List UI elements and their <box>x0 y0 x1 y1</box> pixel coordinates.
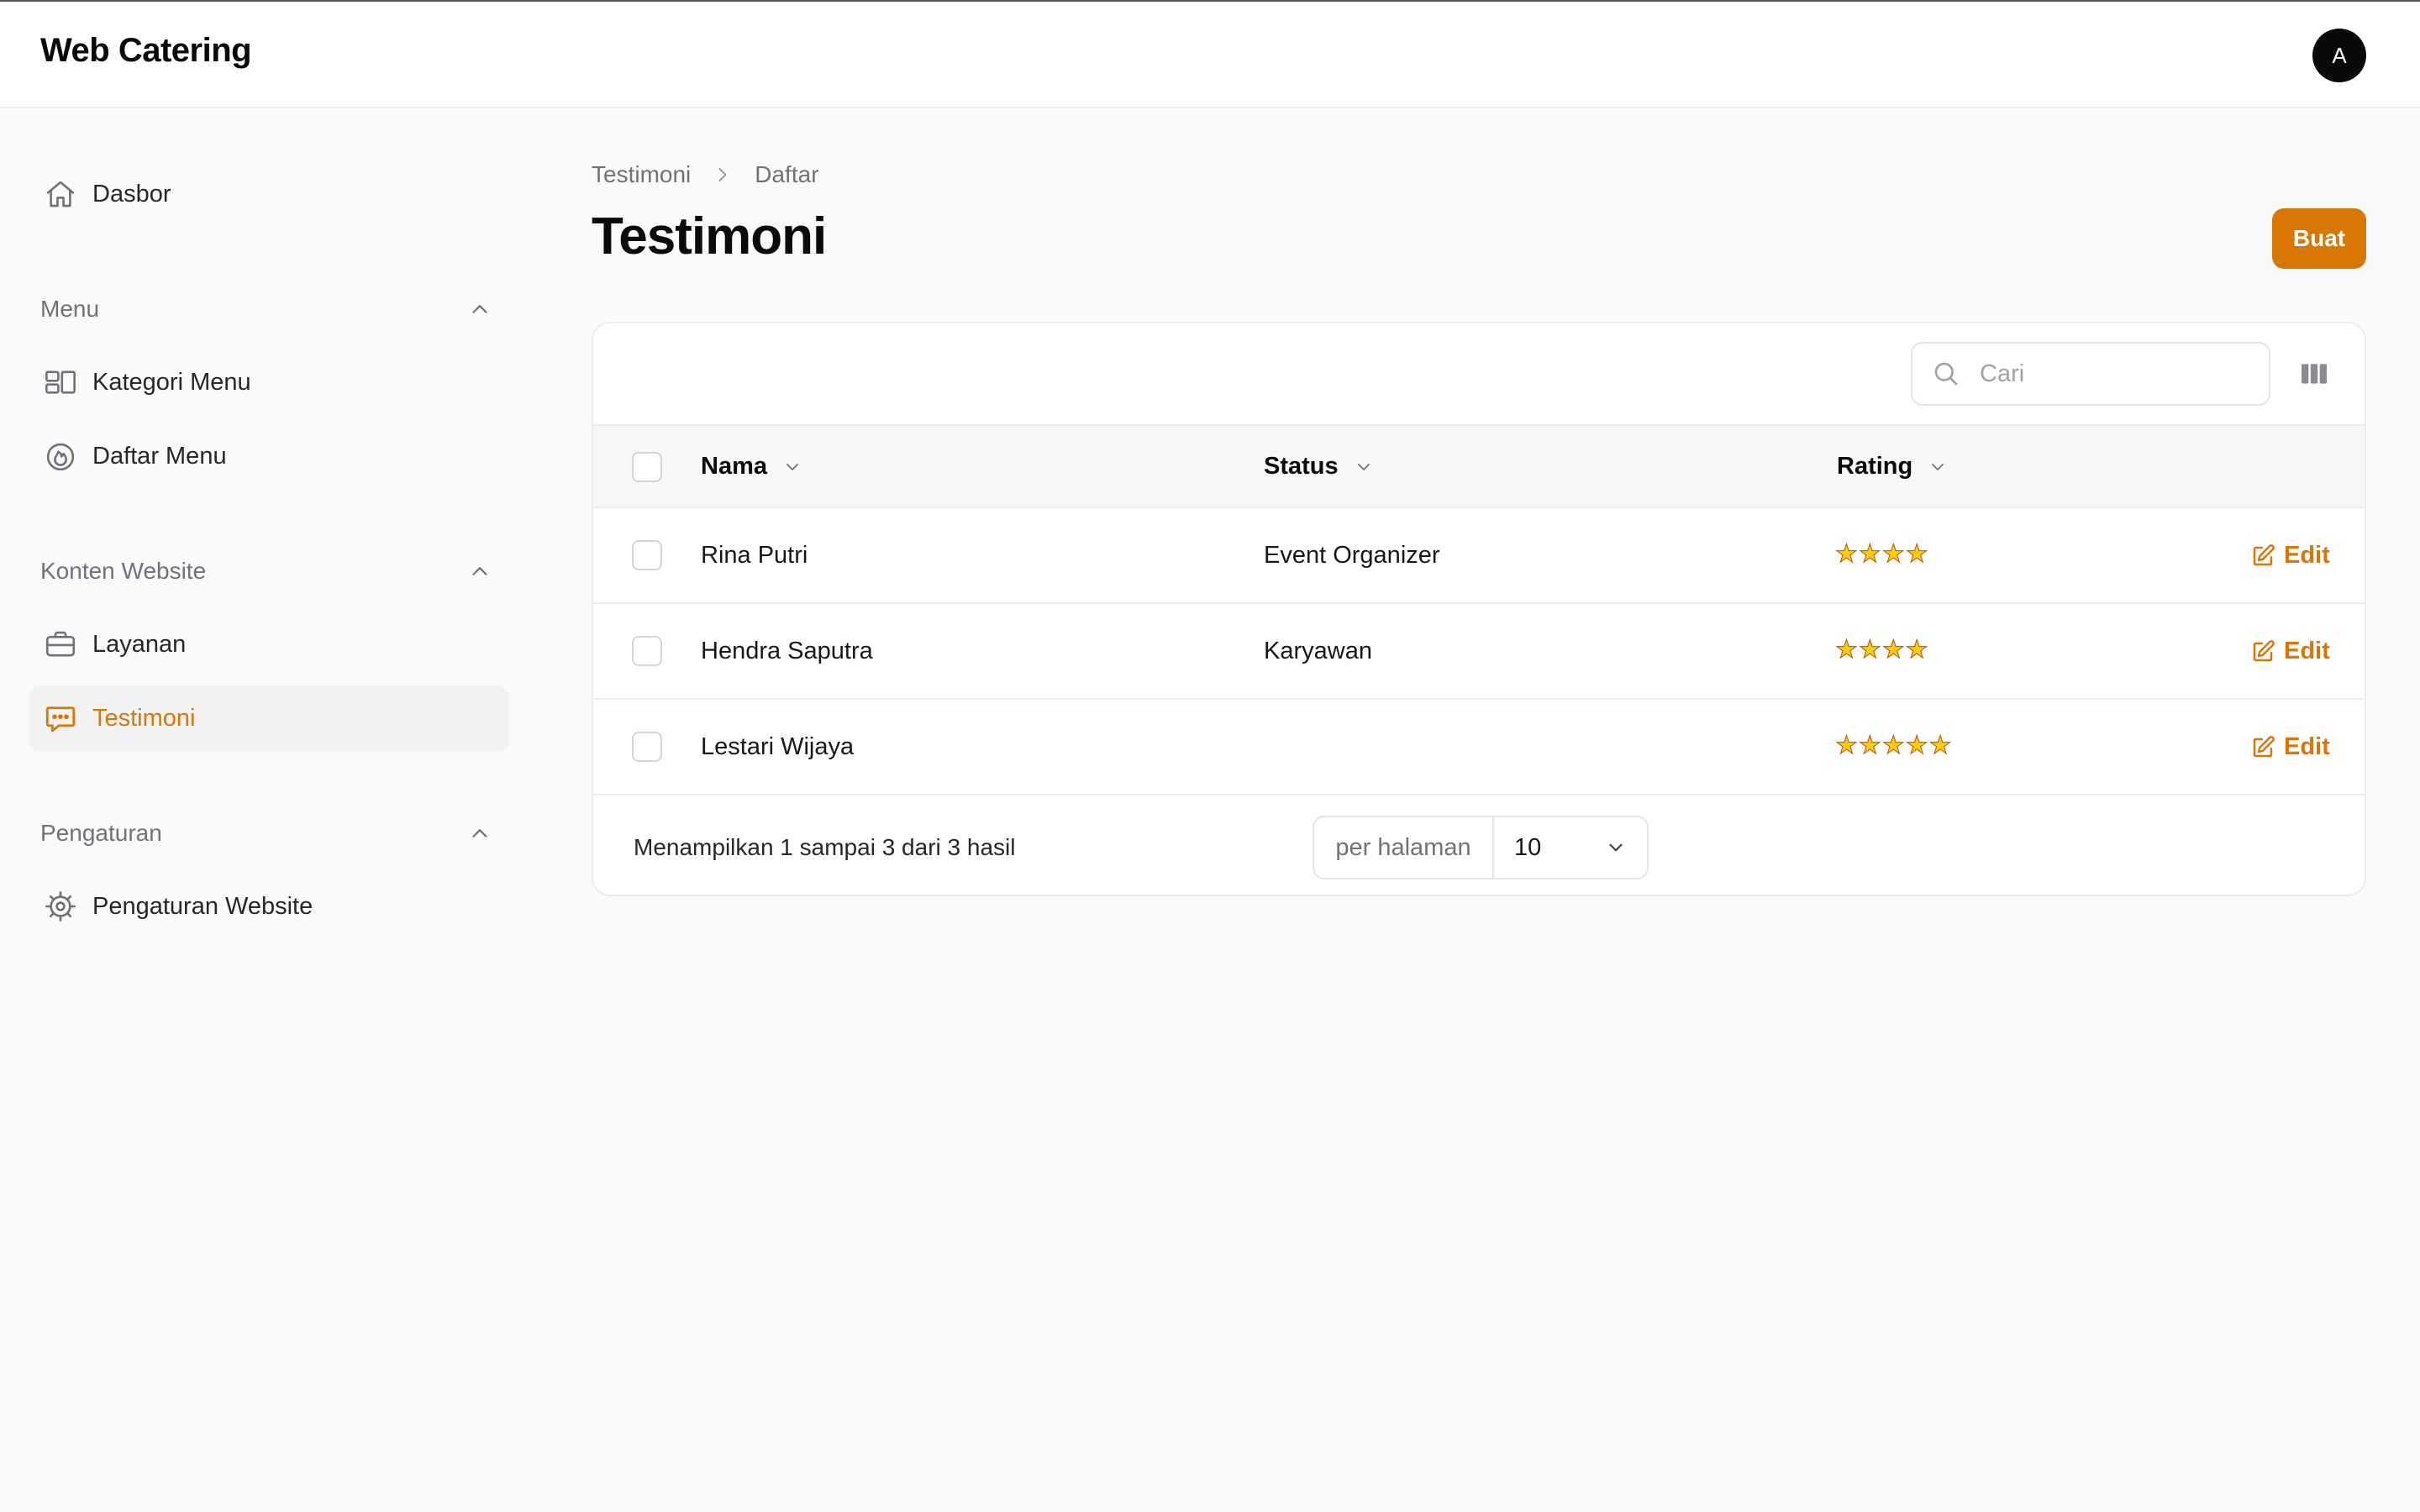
column-header-status[interactable]: Status <box>1264 453 1374 480</box>
sidebar-item-pengaturan-website[interactable]: Pengaturan Website <box>29 874 509 939</box>
group-label-konten-website[interactable]: Konten Website <box>40 558 206 585</box>
sidebar-item-label: Dasbor <box>92 180 171 207</box>
user-avatar[interactable]: A <box>2312 29 2366 82</box>
star-icon: ★ <box>1881 540 1905 568</box>
star-icon: ★ <box>1905 636 1928 664</box>
cell-nama: Lestari Wijaya <box>701 733 855 760</box>
sidebar-item-label: Daftar Menu <box>92 442 227 470</box>
breadcrumb-item-testimoni[interactable]: Testimoni <box>592 161 691 188</box>
per-page-value-select[interactable]: 10 <box>1494 817 1647 878</box>
table-row[interactable]: Hendra Saputra Karyawan ★ ★ ★ ★ Edit <box>593 604 2365 700</box>
row-checkbox[interactable] <box>632 732 662 762</box>
search-icon <box>1912 344 1980 404</box>
rating-stars: ★ ★ ★ ★ <box>1835 540 1929 568</box>
star-icon: ★ <box>1858 636 1881 664</box>
edit-label: Edit <box>2284 542 2330 569</box>
star-icon: ★ <box>1835 732 1859 759</box>
top-bar: Web Catering A <box>0 2 2420 108</box>
chevron-down-icon <box>1357 463 1370 470</box>
sidebar-item-kategori-menu[interactable]: Kategori Menu <box>29 349 509 415</box>
edit-label: Edit <box>2284 733 2330 760</box>
sidebar-item-label: Pengaturan Website <box>92 892 313 920</box>
edit-icon <box>2253 735 2275 757</box>
sidebar-item-label: Layanan <box>92 630 187 658</box>
columns-toggle-icon[interactable] <box>2294 354 2334 394</box>
sidebar: Dasbor Menu Kategori Menu Daftar Menu Ko… <box>0 109 538 1512</box>
column-header-nama[interactable]: Nama <box>701 453 802 480</box>
table-row[interactable]: Lestari Wijaya ★ ★ ★ ★ ★ Edit <box>593 700 2365 795</box>
per-page-select[interactable]: per halaman 10 <box>1313 816 1649 879</box>
chevron-up-icon[interactable] <box>467 297 492 322</box>
table-header: Nama Status Rating <box>593 426 2365 508</box>
table-toolbar <box>593 323 2365 426</box>
fire-icon <box>29 423 92 489</box>
sidebar-item-dasbor[interactable]: Dasbor <box>29 161 509 227</box>
table-footer: Menampilkan 1 sampai 3 dari 3 hasil per … <box>593 797 2365 895</box>
sidebar-item-label: Kategori Menu <box>92 368 251 396</box>
cell-status: Karyawan <box>1264 638 1372 664</box>
chevron-down-icon <box>1609 843 1623 852</box>
chevron-right-icon <box>711 163 734 186</box>
star-icon: ★ <box>1835 540 1859 568</box>
testimonial-table-card: Nama Status Rating Rina Putri Event Organ… <box>592 322 2366 896</box>
table-row[interactable]: Rina Putri Event Organizer ★ ★ ★ ★ Edit <box>593 508 2365 604</box>
cog-icon <box>29 874 92 939</box>
home-icon <box>29 161 92 227</box>
breadcrumb-item-daftar: Daftar <box>755 161 819 187</box>
rating-stars: ★ ★ ★ ★ ★ <box>1835 732 1953 759</box>
briefcase-icon <box>29 612 92 677</box>
row-checkbox[interactable] <box>632 636 662 666</box>
sidebar-item-daftar-menu[interactable]: Daftar Menu <box>29 423 509 489</box>
rating-stars: ★ ★ ★ ★ <box>1835 636 1929 664</box>
star-icon: ★ <box>1858 540 1881 568</box>
group-label-menu[interactable]: Menu <box>40 296 99 323</box>
cell-status: Event Organizer <box>1264 542 1440 569</box>
edit-button[interactable]: Edit <box>2250 733 2330 761</box>
search-box[interactable] <box>1911 342 2270 406</box>
chevron-up-icon[interactable] <box>467 559 492 584</box>
star-icon: ★ <box>1905 540 1928 568</box>
cell-nama: Rina Putri <box>701 542 808 569</box>
sidebar-item-testimoni[interactable]: Testimoni <box>29 685 509 751</box>
select-all-checkbox[interactable] <box>632 452 662 482</box>
row-checkbox[interactable] <box>632 540 662 570</box>
chevron-down-icon <box>786 463 798 470</box>
edit-icon <box>2253 639 2275 661</box>
sidebar-item-layanan[interactable]: Layanan <box>29 612 509 677</box>
layout-icon <box>29 349 92 415</box>
create-button[interactable]: Buat <box>2272 208 2366 269</box>
star-icon: ★ <box>1881 732 1905 759</box>
per-page-value: 10 <box>1514 833 1542 861</box>
edit-button[interactable]: Edit <box>2250 542 2330 570</box>
chevron-down-icon <box>1932 463 1944 470</box>
chevron-up-icon[interactable] <box>467 821 492 846</box>
pagination-summary: Menampilkan 1 sampai 3 dari 3 hasil <box>634 834 1016 860</box>
star-icon: ★ <box>1905 732 1928 759</box>
brand-title[interactable]: Web Catering <box>40 32 252 70</box>
breadcrumb: Testimoni Daftar <box>592 161 819 188</box>
edit-icon <box>2253 543 2275 565</box>
edit-button[interactable]: Edit <box>2250 638 2330 665</box>
cell-nama: Hendra Saputra <box>701 638 873 664</box>
star-icon: ★ <box>1881 636 1905 664</box>
edit-label: Edit <box>2284 638 2330 664</box>
star-icon: ★ <box>1835 636 1859 664</box>
sidebar-item-label: Testimoni <box>92 704 196 732</box>
page-title: Testimoni <box>592 207 827 265</box>
chat-bubble-icon <box>29 685 92 751</box>
star-icon: ★ <box>1928 732 1952 759</box>
per-page-label: per halaman <box>1314 817 1494 878</box>
group-label-pengaturan[interactable]: Pengaturan <box>40 820 162 847</box>
column-header-rating[interactable]: Rating <box>1837 453 1948 480</box>
search-input[interactable] <box>1980 360 2249 388</box>
star-icon: ★ <box>1858 732 1881 759</box>
